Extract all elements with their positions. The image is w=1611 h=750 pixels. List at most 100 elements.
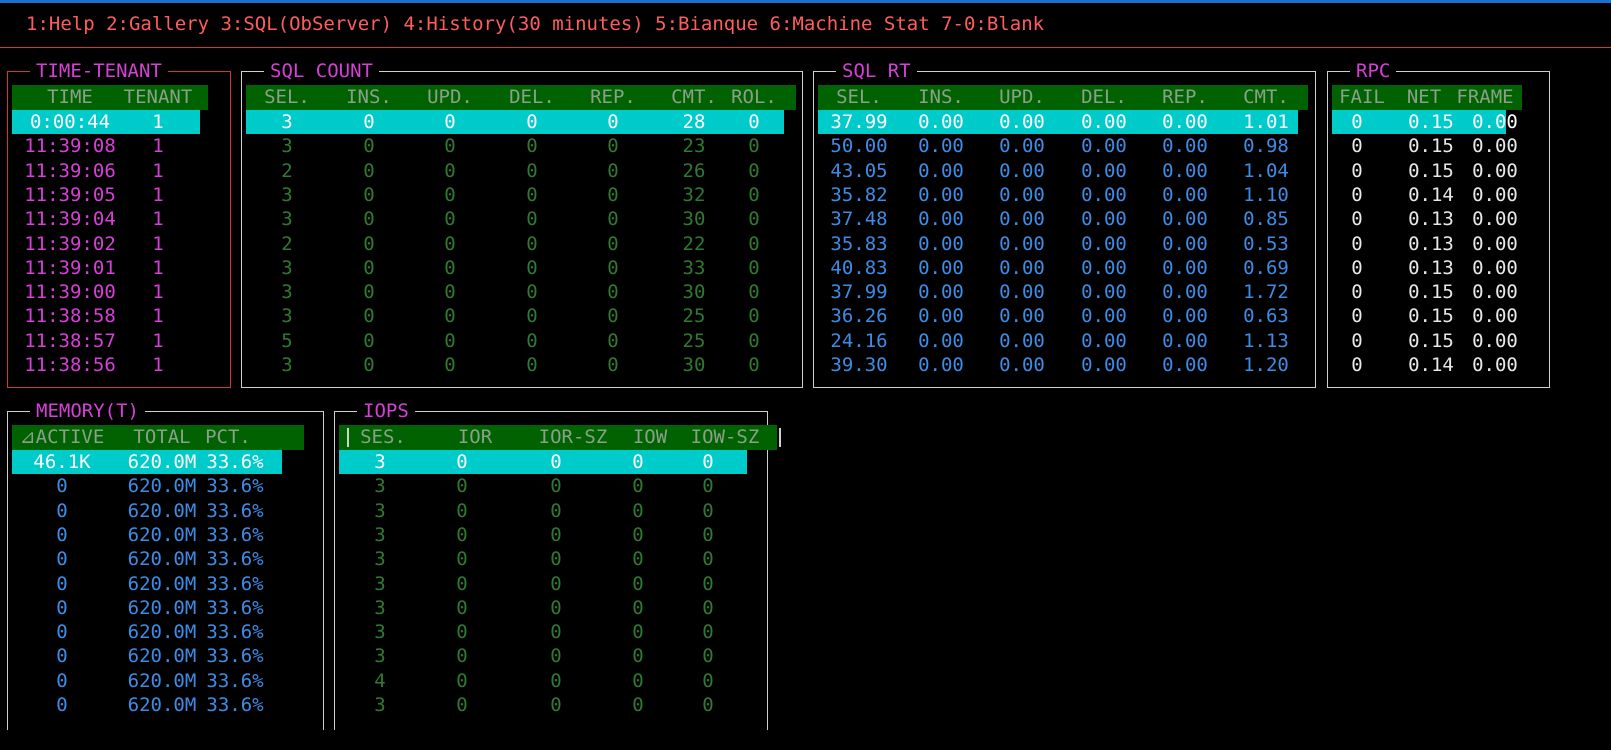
table-cell[interactable]: 0.00	[1472, 183, 1518, 207]
table-cell[interactable]: 0	[632, 474, 643, 498]
table-cell[interactable]: 0	[1351, 159, 1362, 183]
column-header[interactable]: REP.	[590, 85, 636, 110]
table-cell[interactable]: 0.00	[918, 134, 964, 158]
table-cell[interactable]: 620.0M	[128, 450, 197, 474]
table-cell[interactable]: 30	[683, 353, 706, 377]
table-cell[interactable]: 0.00	[1081, 256, 1127, 280]
table-cell[interactable]: 0	[526, 353, 537, 377]
table-cell[interactable]: 0.00	[1081, 159, 1127, 183]
table-cell[interactable]: 0	[550, 620, 561, 644]
table-cell[interactable]: 40.83	[830, 256, 887, 280]
table-cell[interactable]: 0.69	[1243, 256, 1289, 280]
table-cell[interactable]: 3	[374, 474, 385, 498]
table-cell[interactable]: 0	[1351, 280, 1362, 304]
table-cell[interactable]: 0	[632, 523, 643, 547]
table-cell[interactable]: 0.00	[1081, 329, 1127, 353]
table-cell[interactable]: 0.00	[918, 232, 964, 256]
selected-row-highlight[interactable]	[818, 110, 1298, 134]
column-header[interactable]: UPD.	[427, 85, 473, 110]
table-cell[interactable]: 3	[374, 620, 385, 644]
table-cell[interactable]: 0	[550, 499, 561, 523]
table-cell[interactable]: 0	[748, 329, 759, 353]
column-header[interactable]: PCT.	[205, 425, 251, 450]
table-cell[interactable]: 0	[702, 474, 713, 498]
table-cell[interactable]: 620.0M	[128, 547, 197, 571]
table-cell[interactable]: 33.6%	[206, 669, 263, 693]
table-cell[interactable]: 0	[748, 134, 759, 158]
table-cell[interactable]: 3	[281, 280, 292, 304]
table-cell[interactable]: 0	[607, 304, 618, 328]
table-cell[interactable]: 620.0M	[128, 523, 197, 547]
table-cell[interactable]: 1	[152, 329, 163, 353]
table-cell[interactable]: 0	[56, 523, 67, 547]
table-cell[interactable]: 0.00	[1162, 329, 1208, 353]
column-header[interactable]: IOR-SZ	[539, 425, 608, 450]
table-cell[interactable]: 33.6%	[206, 523, 263, 547]
table-cell[interactable]: 0	[526, 304, 537, 328]
table-cell[interactable]: 0	[456, 693, 467, 717]
table-cell[interactable]: 1.10	[1243, 183, 1289, 207]
table-cell[interactable]: 0	[363, 232, 374, 256]
column-header[interactable]: UPD.	[999, 85, 1045, 110]
table-cell[interactable]: 0.00	[1162, 110, 1208, 134]
table-cell[interactable]: 0	[550, 474, 561, 498]
table-cell[interactable]: 0	[56, 499, 67, 523]
table-cell[interactable]: 0.15	[1408, 329, 1454, 353]
table-cell[interactable]: 0	[56, 644, 67, 668]
table-cell[interactable]: 0	[456, 523, 467, 547]
table-cell[interactable]: 0	[550, 450, 561, 474]
table-cell[interactable]: 0.00	[918, 159, 964, 183]
table-cell[interactable]: 37.48	[830, 207, 887, 231]
column-header[interactable]: CMT.	[1243, 85, 1289, 110]
table-cell[interactable]: 0.00	[918, 280, 964, 304]
table-cell[interactable]: 0.63	[1243, 304, 1289, 328]
table-cell[interactable]: 0	[444, 183, 455, 207]
table-cell[interactable]: 0	[56, 474, 67, 498]
column-header[interactable]: NET	[1407, 85, 1441, 110]
table-cell[interactable]: 33.6%	[206, 596, 263, 620]
table-cell[interactable]: 0.53	[1243, 232, 1289, 256]
table-cell[interactable]: 0.00	[918, 353, 964, 377]
table-cell[interactable]: 0	[56, 547, 67, 571]
table-cell[interactable]: 0.00	[918, 256, 964, 280]
table-cell[interactable]: 3	[281, 207, 292, 231]
table-cell[interactable]: 0	[363, 353, 374, 377]
table-cell[interactable]: 0	[456, 474, 467, 498]
table-cell[interactable]: 0	[607, 280, 618, 304]
table-cell[interactable]: 11:39:00	[24, 280, 116, 304]
table-cell[interactable]: 0	[363, 134, 374, 158]
table-cell[interactable]: 32	[683, 183, 706, 207]
table-cell[interactable]: 0.00	[918, 110, 964, 134]
table-cell[interactable]: 620.0M	[128, 693, 197, 717]
table-cell[interactable]: 0	[526, 183, 537, 207]
table-cell[interactable]: 3	[374, 450, 385, 474]
table-cell[interactable]: 3	[281, 256, 292, 280]
table-cell[interactable]: 2	[281, 232, 292, 256]
table-cell[interactable]: 0	[56, 669, 67, 693]
table-cell[interactable]: 1.72	[1243, 280, 1289, 304]
table-cell[interactable]: 0.00	[1162, 256, 1208, 280]
table-cell[interactable]: 0.00	[918, 304, 964, 328]
table-cell[interactable]: 1.20	[1243, 353, 1289, 377]
table-cell[interactable]: 46.1K	[33, 450, 90, 474]
table-cell[interactable]: 0	[56, 596, 67, 620]
table-cell[interactable]: 0.00	[1081, 183, 1127, 207]
table-cell[interactable]: 23	[683, 134, 706, 158]
table-cell[interactable]: 0.00	[999, 183, 1045, 207]
table-cell[interactable]: 0	[526, 329, 537, 353]
table-cell[interactable]: 0	[456, 620, 467, 644]
table-cell[interactable]: 11:39:01	[24, 256, 116, 280]
column-header[interactable]: SES.	[360, 425, 406, 450]
table-cell[interactable]: 0	[526, 110, 537, 134]
table-cell[interactable]: 0	[607, 232, 618, 256]
table-cell[interactable]: 0.00	[1162, 232, 1208, 256]
column-header[interactable]: DEL.	[509, 85, 555, 110]
table-cell[interactable]: 33.6%	[206, 644, 263, 668]
table-cell[interactable]: 3	[281, 183, 292, 207]
table-cell[interactable]: 0.00	[1081, 353, 1127, 377]
table-cell[interactable]: 0.00	[1162, 207, 1208, 231]
table-cell[interactable]: 620.0M	[128, 572, 197, 596]
table-cell[interactable]: 0	[748, 183, 759, 207]
table-cell[interactable]: 35.83	[830, 232, 887, 256]
table-cell[interactable]: 0	[550, 596, 561, 620]
